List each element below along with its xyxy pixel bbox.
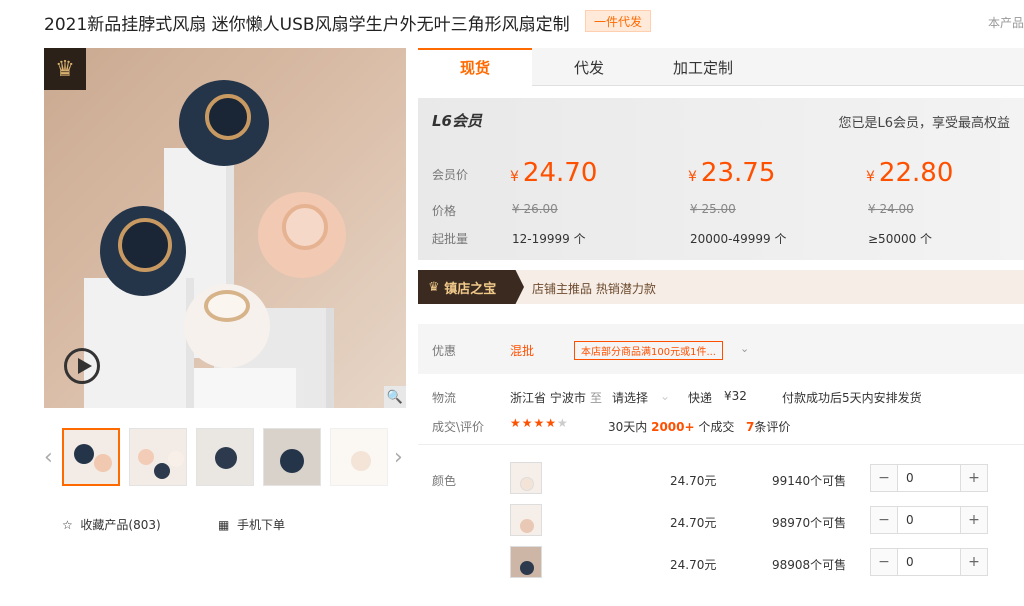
ship-note: 付款成功后5天内安排发货	[782, 391, 922, 405]
main-product-image[interactable]: ♛ 🔍	[44, 48, 406, 408]
sku-thumbnail[interactable]	[510, 462, 542, 494]
logistics-label: 物流	[432, 391, 457, 405]
thumbs-prev-icon[interactable]: ‹	[44, 445, 53, 470]
reviews-link[interactable]: 7条评价	[746, 418, 790, 435]
sku-stock: 99140个可售	[772, 474, 847, 488]
fan-navy-left	[100, 206, 186, 296]
plus-button[interactable]: +	[961, 549, 987, 575]
chevron-down-icon[interactable]: ⌄	[740, 342, 749, 355]
thumbnail[interactable]	[263, 428, 321, 486]
minus-button[interactable]: −	[871, 465, 897, 491]
quantity-input[interactable]: 0	[897, 465, 961, 491]
price-label: 价格	[432, 204, 457, 218]
crown-icon: ♛	[428, 279, 440, 295]
sku-stock: 98908个可售	[772, 558, 847, 572]
tier-price: ¥22.80	[866, 158, 954, 188]
sku-thumbnail[interactable]	[510, 504, 542, 536]
purchase-tabs: 现货 代发 加工定制	[418, 48, 1024, 86]
thumbnail[interactable]	[196, 428, 254, 486]
star-outline-icon: ☆	[62, 518, 73, 532]
sku-thumbnail[interactable]	[510, 546, 542, 578]
dropship-badge: 一件代发	[585, 10, 652, 32]
quantity-stepper[interactable]: − 0 +	[870, 548, 988, 576]
collect-button[interactable]: ☆ 收藏产品(803)	[62, 516, 161, 533]
mobile-label: 手机下单	[236, 518, 285, 532]
thumbnail[interactable]	[129, 428, 187, 486]
tier-price: ¥23.75	[688, 158, 776, 188]
treasure-text: 店铺主推品 热销潜力款	[532, 282, 656, 296]
member-level: L6会员	[432, 112, 482, 130]
member-price-label: 会员价	[432, 168, 469, 182]
tier-quantity: 12-19999 个	[512, 232, 586, 246]
tier-quantity: ≥50000 个	[868, 232, 933, 246]
tab-in-stock[interactable]: 现货	[418, 48, 532, 86]
plus-button[interactable]: +	[961, 465, 987, 491]
thumbnail[interactable]	[62, 428, 120, 486]
shipping-fee: ¥32	[724, 389, 747, 403]
display-block	[84, 278, 194, 408]
quantity-input[interactable]: 0	[897, 507, 961, 533]
tier-original-price: ¥ 24.00	[868, 202, 914, 216]
tab-custom[interactable]: 加工定制	[646, 48, 760, 86]
to-word: 至	[590, 391, 603, 405]
tab-dropship[interactable]: 代发	[532, 48, 646, 86]
sku-price: 24.70元	[670, 558, 717, 572]
quantity-input[interactable]: 0	[897, 549, 961, 575]
deals-label: 成交\评价	[432, 420, 485, 434]
magnifier-icon[interactable]: 🔍	[384, 386, 406, 408]
moq-label: 起批量	[432, 232, 469, 246]
ship-from: 浙江省 宁波市	[510, 391, 586, 405]
mixed-batch-link[interactable]: 混批	[510, 342, 534, 359]
deals-summary: 30天内 2000+ 个成交	[608, 420, 735, 434]
treasure-tag: ♛ 镇店之宝	[418, 270, 524, 304]
top-right-text: 本产品	[988, 16, 1024, 30]
chevron-down-icon[interactable]: ⌄	[660, 389, 670, 403]
minus-button[interactable]: −	[871, 549, 897, 575]
coupon-tag[interactable]: 本店部分商品满100元或1件...	[574, 341, 723, 360]
qr-code-icon: ▦	[218, 518, 230, 532]
tier-price: ¥24.70	[510, 158, 598, 188]
fan-navy-top	[179, 80, 269, 166]
mobile-order-button[interactable]: ▦ 手机下单	[218, 516, 285, 533]
fan-pink	[258, 192, 346, 278]
quantity-stepper[interactable]: − 0 +	[870, 506, 988, 534]
store-treasure-banner: ♛ 镇店之宝 店铺主推品 热销潜力款	[418, 270, 1024, 304]
tier-original-price: ¥ 26.00	[512, 202, 558, 216]
price-box: L6会员 您已是L6会员，享受最高权益 会员价 价格 起批量 ¥24.70 ¥2…	[418, 98, 1024, 260]
rating-stars-icon: ★★★★★	[510, 416, 569, 430]
sku-price: 24.70元	[670, 516, 717, 530]
tier-quantity: 20000-49999 个	[690, 232, 787, 246]
express-label: 快递	[688, 391, 713, 405]
sku-stock: 98970个可售	[772, 516, 847, 530]
discount-label: 优惠	[432, 344, 457, 358]
sku-price: 24.70元	[670, 474, 717, 488]
thumbnail[interactable]	[330, 428, 388, 486]
ship-to-select[interactable]: 请选择	[612, 389, 648, 406]
display-block	[194, 368, 304, 408]
tier-original-price: ¥ 25.00	[690, 202, 736, 216]
product-title: 2021新品挂脖式风扇 迷你懒人USB风扇学生户外无叶三角形风扇定制	[44, 15, 570, 35]
play-icon[interactable]	[64, 348, 100, 384]
crown-icon: ♛	[44, 48, 86, 90]
minus-button[interactable]: −	[871, 507, 897, 533]
plus-button[interactable]: +	[961, 507, 987, 533]
collect-label: 收藏产品(803)	[80, 518, 161, 532]
discount-row: 优惠 混批 本店部分商品满100元或1件... ⌄	[418, 324, 1024, 374]
member-note: 您已是L6会员，享受最高权益	[838, 116, 1010, 131]
quantity-stepper[interactable]: − 0 +	[870, 464, 988, 492]
thumbs-next-icon[interactable]: ›	[394, 445, 403, 470]
color-label: 颜色	[432, 474, 457, 488]
fan-white	[184, 284, 270, 368]
divider	[418, 444, 1024, 445]
